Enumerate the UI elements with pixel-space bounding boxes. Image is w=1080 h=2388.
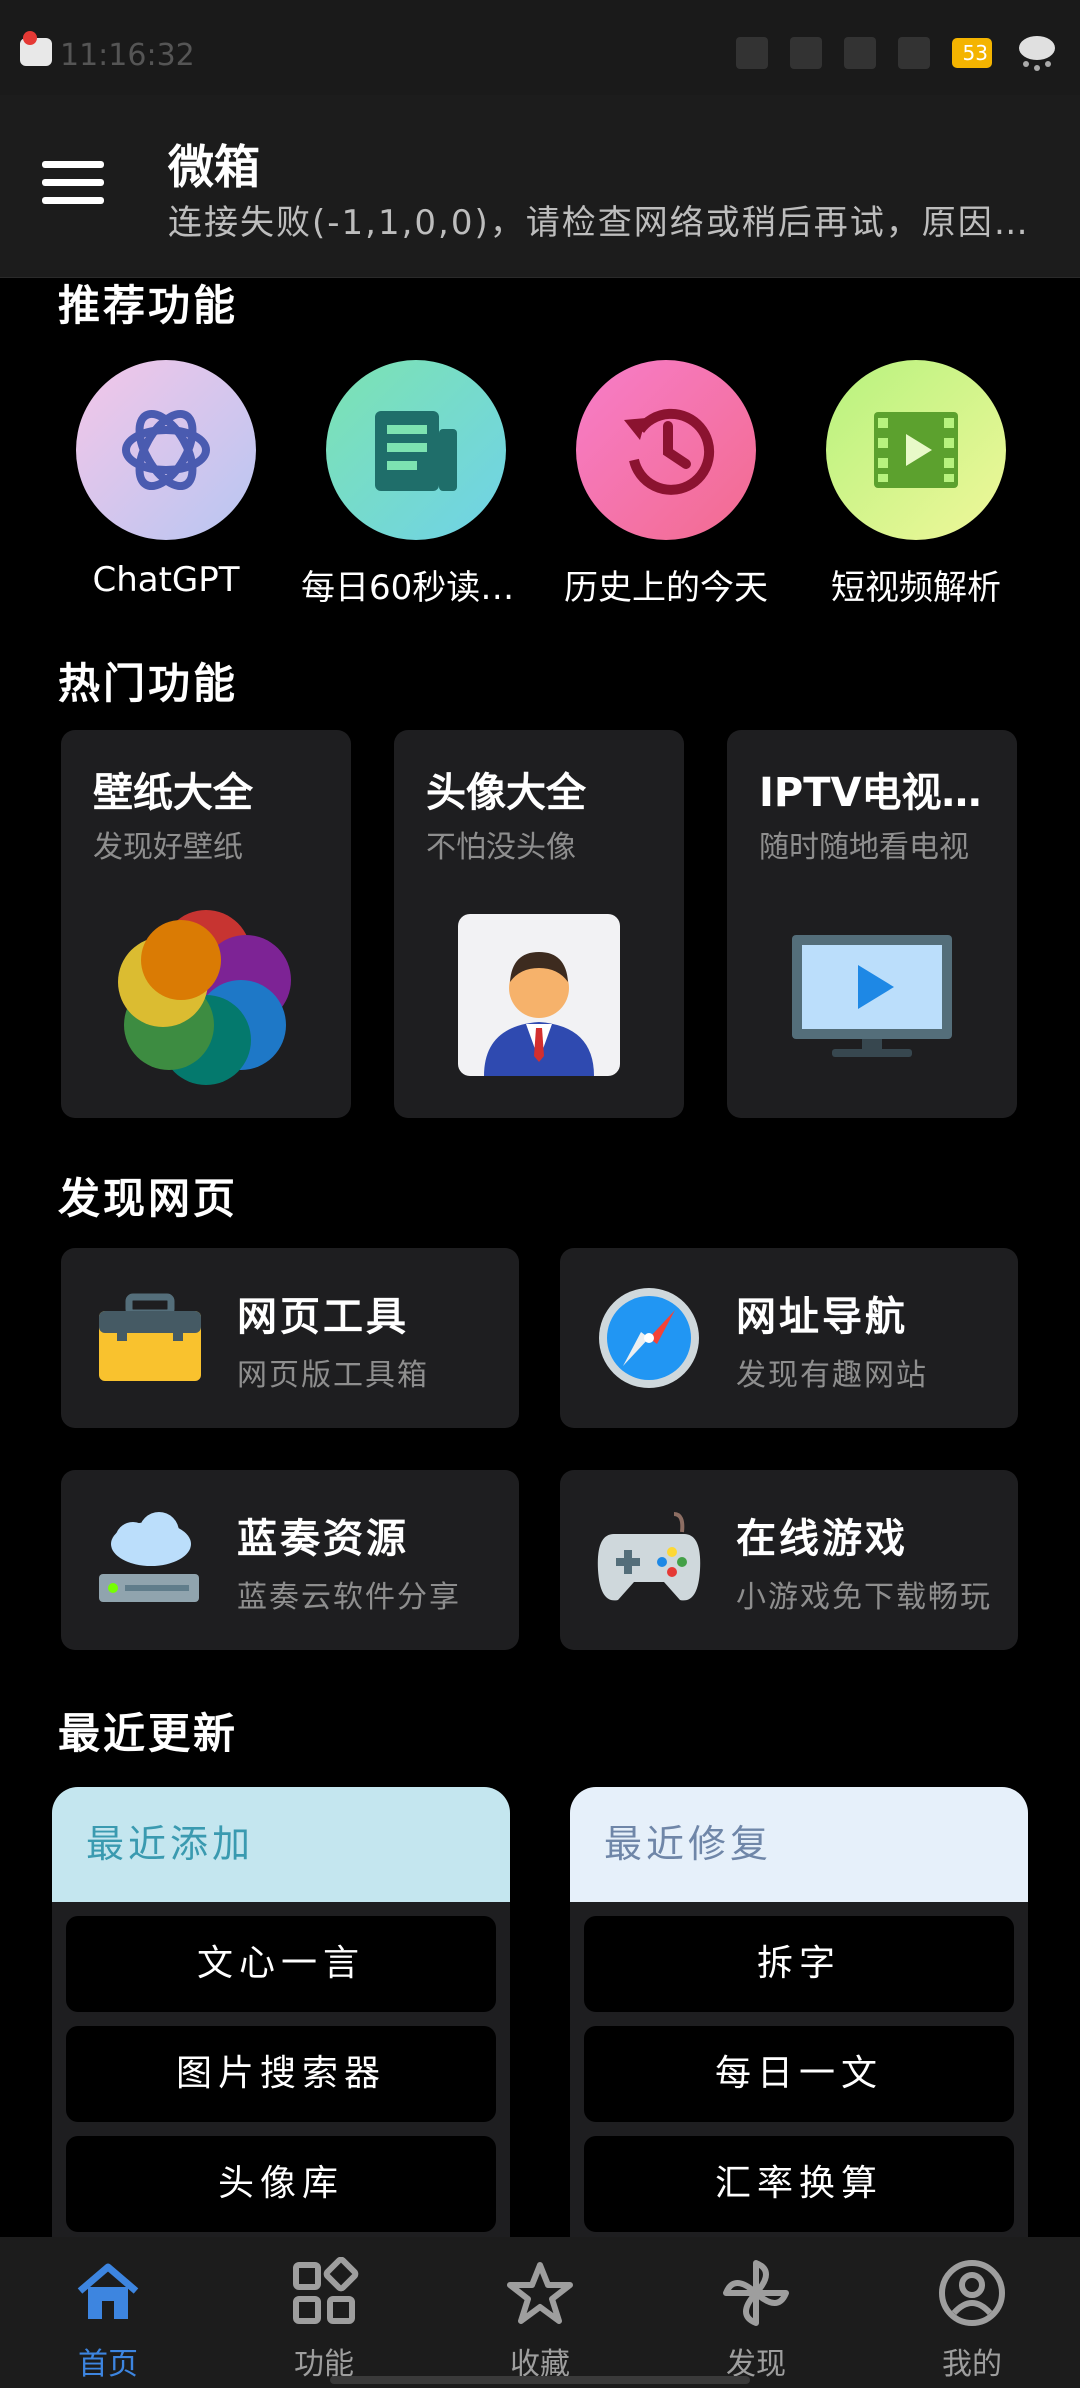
section-title-hot: 热门功能 [58,659,239,708]
hot-card-subtitle: 发现好壁纸 [93,830,243,865]
app-bar: 微箱 连接失败(-1,1,0,0)，请检查网络或稍后再试，原因：... [0,95,1080,278]
wifi-icon [898,37,930,69]
discover-card-title: 蓝奏资源 [237,1516,409,1562]
gamepad-icon [597,1512,701,1601]
hot-card-title: 壁纸大全 [93,770,253,816]
recommended-item-daily-news[interactable]: 每日60秒读懂世界 [301,360,531,609]
status-bar: 11:16:32 53 [0,0,1080,95]
recommended-label: 每日60秒读懂世界 [301,568,531,608]
discover-card-title: 在线游戏 [736,1516,908,1562]
recommended-label: ChatGPT [92,560,240,600]
nav-item-home[interactable]: 首页 [0,2237,216,2388]
recent-added-panel: 最近添加 文心一言 图片搜索器 头像库 [52,1787,510,2247]
nav-item-discover[interactable]: 发现 [648,2237,864,2388]
hot-card-avatars[interactable]: 头像大全 不怕没头像 [394,730,684,1118]
compass-icon [599,1288,699,1388]
newspaper-icon [375,411,457,491]
hot-card-subtitle: 不怕没头像 [426,830,576,865]
profile-icon [939,2260,1005,2326]
recent-added-item[interactable]: 文心一言 [66,1916,496,2012]
recommended-item-video-parse[interactable]: 短视频解析 [801,360,1031,609]
discover-card-subtitle: 小游戏免下载畅玩 [736,1580,992,1615]
discover-card-online-games[interactable]: 在线游戏 小游戏免下载畅玩 [560,1470,1018,1650]
battery-indicator: 53 [952,38,992,68]
status-time: 11:16:32 [60,38,195,73]
discover-card-web-tools[interactable]: 网页工具 网页版工具箱 [61,1248,519,1428]
home-indicator[interactable] [330,2376,750,2384]
discover-card-subtitle: 蓝奏云软件分享 [237,1580,461,1615]
hot-card-title: 头像大全 [426,770,586,816]
app-notification-icon [20,31,52,66]
recent-fixed-panel: 最近修复 拆字 每日一文 汇率换算 [570,1787,1028,2247]
discover-card-lanzou[interactable]: 蓝奏资源 蓝奏云软件分享 [61,1470,519,1650]
grid-icon [293,2256,359,2324]
home-icon [77,2263,139,2319]
star-icon [507,2262,573,2324]
recent-added-item[interactable]: 头像库 [66,2136,496,2232]
nav-item-features[interactable]: 功能 [216,2237,432,2388]
color-wheel-icon [118,910,291,1085]
recent-added-title: 最近添加 [52,1787,510,1902]
weather-icon [1019,36,1055,71]
recent-added-item[interactable]: 图片搜索器 [66,2026,496,2122]
hot-card-iptv[interactable]: IPTV电视直播 随时随地看电视 [727,730,1017,1118]
section-title-recent: 最近更新 [58,1709,239,1758]
discover-card-subtitle: 发现有趣网站 [736,1358,928,1393]
recent-fixed-title: 最近修复 [570,1787,1028,1902]
pinwheel-icon [723,2260,789,2326]
recommended-item-history-today[interactable]: 历史上的今天 [551,360,781,609]
hot-card-wallpapers[interactable]: 壁纸大全 发现好壁纸 [61,730,351,1118]
nav-label: 我的 [942,2347,1002,2382]
discover-card-title: 网址导航 [736,1294,908,1340]
recent-fixed-item[interactable]: 每日一文 [584,2026,1014,2122]
recent-fixed-item[interactable]: 汇率换算 [584,2136,1014,2232]
discover-card-subtitle: 网页版工具箱 [237,1358,429,1393]
recent-fixed-item[interactable]: 拆字 [584,1916,1014,2012]
section-title-recommended: 推荐功能 [58,281,239,330]
video-icon [874,412,958,488]
section-title-discover: 发现网页 [58,1174,239,1223]
toolbox-icon [99,1293,201,1381]
nfc-icon [790,37,822,69]
discover-card-title: 网页工具 [237,1294,409,1340]
menu-icon[interactable] [42,161,104,211]
bottom-navigation: 首页 功能 收藏 发现 我的 [0,2237,1080,2388]
recommended-label: 短视频解析 [831,568,1001,608]
discover-card-url-nav[interactable]: 网址导航 发现有趣网站 [560,1248,1018,1428]
connection-status-text: 连接失败(-1,1,0,0)，请检查网络或稍后再试，原因：... [168,203,1048,243]
history-icon [624,408,715,495]
nav-label: 首页 [78,2347,138,2382]
chatgpt-icon [122,409,210,491]
app-title: 微箱 [168,140,260,194]
hot-card-title: IPTV电视直播 [759,770,999,816]
nav-item-favorites[interactable]: 收藏 [432,2237,648,2388]
recommended-item-chatgpt[interactable]: ChatGPT [51,360,281,600]
tv-icon [792,935,952,1057]
avatar-icon [458,914,620,1076]
hot-card-subtitle: 随时随地看电视 [759,830,969,865]
vibrate-icon [736,37,768,69]
recommended-label: 历史上的今天 [564,568,768,608]
signal-icon [844,37,876,69]
nav-item-profile[interactable]: 我的 [864,2237,1080,2388]
cloud-drive-icon [99,1512,199,1602]
